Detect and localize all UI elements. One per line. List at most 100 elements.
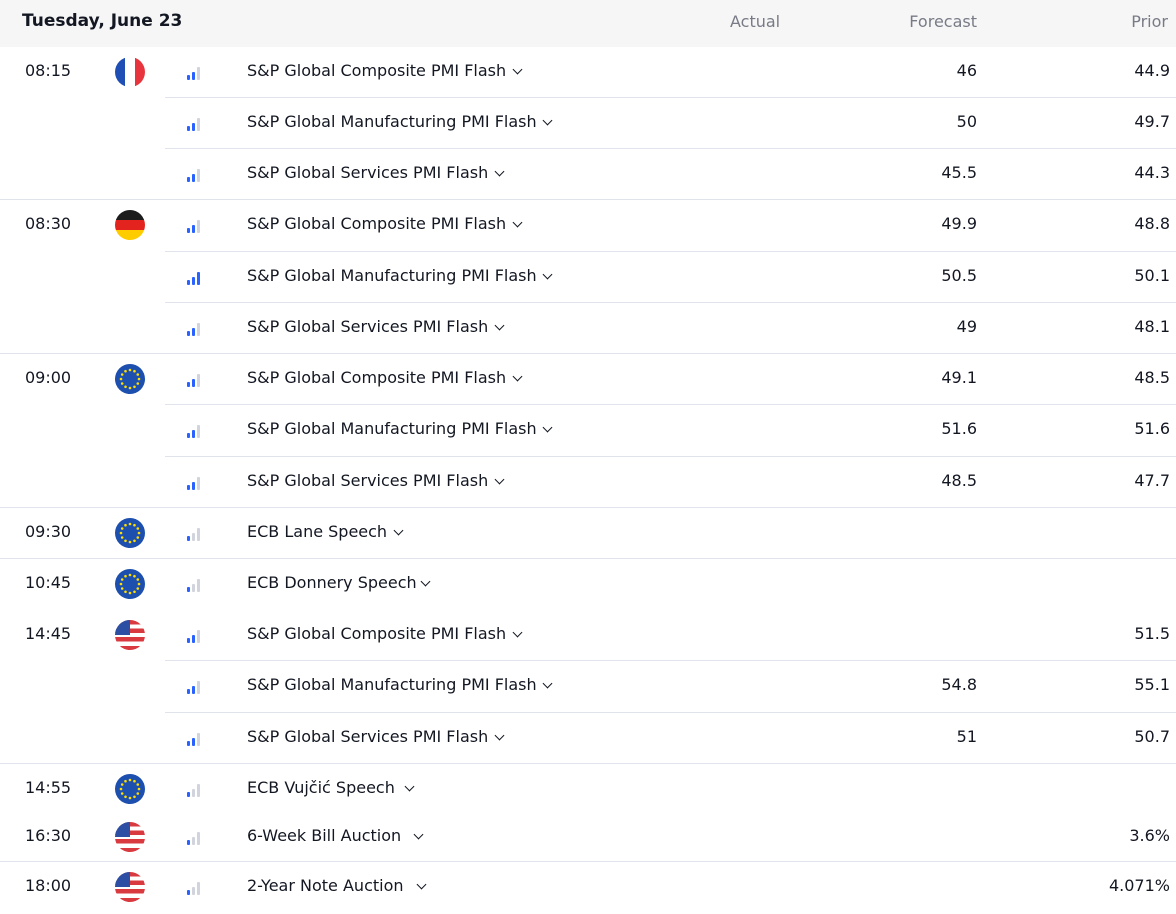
event-name[interactable]: S&P Global Manufacturing PMI Flash: [247, 112, 537, 131]
event-name[interactable]: S&P Global Services PMI Flash: [247, 727, 488, 746]
prior-value: 50.1: [1134, 266, 1170, 285]
chevron-down-icon[interactable]: [512, 64, 523, 75]
eu-flag-icon: [115, 518, 145, 548]
chevron-down-icon[interactable]: [512, 217, 523, 228]
chevron-down-icon[interactable]: [542, 678, 553, 689]
germany-flag-icon: [115, 210, 145, 240]
prior-value: 48.8: [1134, 214, 1170, 233]
event-name[interactable]: S&P Global Composite PMI Flash: [247, 624, 506, 643]
event-name[interactable]: S&P Global Composite PMI Flash: [247, 368, 506, 387]
event-name[interactable]: S&P Global Manufacturing PMI Flash: [247, 266, 537, 285]
event-row[interactable]: 14:55 ECB Vujčić Speech: [0, 764, 1176, 812]
forecast-value: 50: [956, 112, 977, 131]
importance-bars-icon: [187, 680, 203, 694]
event-time: 09:00: [25, 368, 72, 387]
forecast-value: 51: [956, 727, 977, 746]
importance-bars-icon: [187, 66, 203, 80]
eu-flag-icon: [115, 774, 145, 804]
event-row[interactable]: S&P Global Services PMI Flash 48.5 47.7: [0, 457, 1176, 508]
importance-bars-icon: [187, 168, 203, 182]
chevron-down-icon[interactable]: [512, 371, 523, 382]
forecast-value: 51.6: [941, 419, 977, 438]
forecast-value: 54.8: [941, 675, 977, 694]
event-name[interactable]: 2-Year Note Auction: [247, 876, 404, 895]
eu-flag-icon: [115, 364, 145, 394]
event-name[interactable]: S&P Global Manufacturing PMI Flash: [247, 675, 537, 694]
chevron-down-icon[interactable]: [393, 525, 404, 536]
eu-flag-icon: [115, 569, 145, 599]
importance-bars-icon: [187, 322, 203, 336]
event-row[interactable]: 09:30 ECB Lane Speech: [0, 508, 1176, 559]
us-flag-icon: [115, 620, 145, 650]
event-row[interactable]: 09:00 S&P Global Composite PMI Flash 49.1 4…: [0, 354, 1176, 405]
chevron-down-icon[interactable]: [512, 627, 523, 638]
chevron-down-icon[interactable]: [494, 730, 505, 741]
event-row[interactable]: S&P Global Services PMI Flash 51 50.7: [0, 713, 1176, 764]
prior-value: 51.5: [1134, 624, 1170, 643]
event-row[interactable]: S&P Global Services PMI Flash 45.5 44.3: [0, 149, 1176, 200]
prior-column-header[interactable]: Prior: [1131, 12, 1168, 31]
chevron-down-icon[interactable]: [413, 829, 424, 840]
event-name[interactable]: ECB Lane Speech: [247, 522, 387, 541]
prior-value: 44.9: [1134, 61, 1170, 80]
event-row[interactable]: 08:30 S&P Global Composite PMI Flash 49.9 4…: [0, 200, 1176, 252]
chevron-down-icon[interactable]: [542, 269, 553, 280]
chevron-down-icon[interactable]: [494, 474, 505, 485]
event-row[interactable]: 18:00 2-Year Note Auction 4.071%: [0, 862, 1176, 913]
importance-bars-icon: [187, 117, 203, 131]
importance-bars-icon: [187, 527, 203, 541]
chevron-down-icon[interactable]: [494, 166, 505, 177]
forecast-column-header[interactable]: Forecast: [909, 12, 977, 31]
chevron-down-icon[interactable]: [404, 781, 415, 792]
event-name[interactable]: ECB Vujčić Speech: [247, 778, 395, 797]
event-time: 09:30: [25, 522, 72, 541]
event-row[interactable]: 10:45 ECB Donnery Speech: [0, 559, 1176, 610]
prior-value: 51.6: [1134, 419, 1170, 438]
event-time: 14:55: [25, 778, 72, 797]
prior-value: 3.6%: [1129, 826, 1170, 845]
chevron-down-icon[interactable]: [542, 422, 553, 433]
event-row[interactable]: S&P Global Manufacturing PMI Flash 51.6 51…: [0, 405, 1176, 457]
importance-bars-icon: [187, 831, 203, 845]
prior-value: 4.071%: [1108, 876, 1170, 895]
event-name[interactable]: S&P Global Services PMI Flash: [247, 163, 488, 182]
france-flag-icon: [115, 57, 145, 87]
event-name[interactable]: S&P Global Composite PMI Flash: [247, 61, 506, 80]
event-time: 08:15: [25, 61, 72, 80]
event-name[interactable]: 6-Week Bill Auction: [247, 826, 401, 845]
event-row[interactable]: 08:15 S&P Global Composite PMI Flash 46 44.…: [0, 47, 1176, 98]
importance-bars-icon: [187, 373, 203, 387]
prior-value: 55.1: [1134, 675, 1170, 694]
importance-bars-icon: [187, 881, 203, 895]
importance-bars-icon: [187, 219, 203, 233]
importance-bars-icon: [187, 629, 203, 643]
event-row[interactable]: 14:45 S&P Global Composite PMI Flash 51.5: [0, 610, 1176, 661]
chevron-down-icon[interactable]: [542, 115, 553, 126]
prior-value: 50.7: [1134, 727, 1170, 746]
forecast-value: 50.5: [941, 266, 977, 285]
importance-bars-icon: [187, 271, 203, 285]
us-flag-icon: [115, 872, 145, 902]
event-name[interactable]: S&P Global Services PMI Flash: [247, 471, 488, 490]
event-time: 18:00: [25, 876, 72, 895]
event-row[interactable]: S&P Global Manufacturing PMI Flash 50.5 50…: [0, 252, 1176, 303]
chevron-down-icon[interactable]: [420, 576, 431, 587]
importance-bars-icon: [187, 424, 203, 438]
importance-bars-icon: [187, 578, 203, 592]
event-row[interactable]: 16:30 6-Week Bill Auction 3.6%: [0, 812, 1176, 862]
event-name[interactable]: S&P Global Composite PMI Flash: [247, 214, 506, 233]
event-name[interactable]: ECB Donnery Speech: [247, 573, 417, 592]
forecast-value: 45.5: [941, 163, 977, 182]
event-row[interactable]: S&P Global Manufacturing PMI Flash 54.8 55…: [0, 661, 1176, 713]
chevron-down-icon[interactable]: [494, 320, 505, 331]
event-row[interactable]: S&P Global Services PMI Flash 49 48.1: [0, 303, 1176, 354]
chevron-down-icon[interactable]: [416, 879, 427, 890]
event-name[interactable]: S&P Global Manufacturing PMI Flash: [247, 419, 537, 438]
event-row[interactable]: S&P Global Manufacturing PMI Flash 50 49.7: [0, 98, 1176, 149]
event-time: 10:45: [25, 573, 72, 592]
forecast-value: 48.5: [941, 471, 977, 490]
date-heading: Tuesday, June 23: [22, 11, 183, 31]
event-name[interactable]: S&P Global Services PMI Flash: [247, 317, 488, 336]
actual-column-header[interactable]: Actual: [730, 12, 780, 31]
event-time: 16:30: [25, 826, 72, 845]
